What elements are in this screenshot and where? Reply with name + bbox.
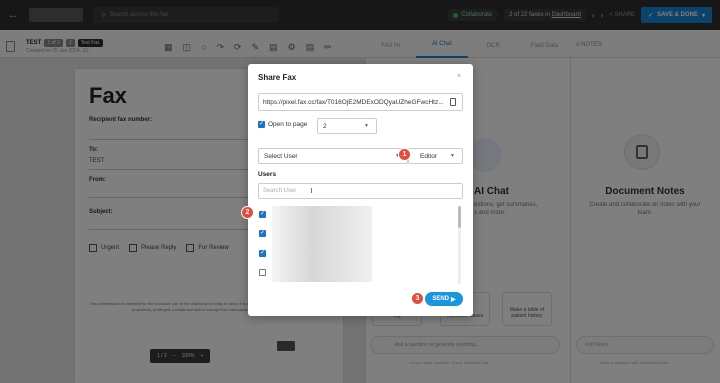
open-to-page-label: Open to page (268, 121, 308, 128)
user-checkbox[interactable]: ✓ (259, 230, 266, 237)
share-fax-modal: Share Fax × https://pixel.fax.cc/fax/T01… (248, 64, 473, 316)
modal-title: Share Fax (258, 73, 297, 82)
send-label: SEND (432, 296, 450, 302)
open-to-page-checkbox[interactable]: ✓ (258, 121, 265, 128)
scroll-thumb[interactable] (458, 206, 461, 228)
send-button[interactable]: SEND ▶ (425, 292, 463, 306)
chevron-down-icon: ▼ (364, 123, 369, 129)
step-badge: 3 (411, 292, 424, 305)
play-icon: ▶ (451, 296, 456, 303)
users-heading: Users (258, 171, 277, 178)
copy-icon[interactable] (450, 98, 456, 106)
step-badge: 2 (241, 206, 254, 219)
role-select[interactable]: Editor ▼ (408, 148, 463, 164)
user-list-scrollbar[interactable] (458, 206, 461, 284)
step-badge: 1 (398, 148, 411, 161)
select-user-label: Select User (264, 152, 298, 160)
user-names-redacted (272, 206, 372, 282)
role-value: Editor (420, 152, 437, 160)
page-number-select[interactable]: 2 ▼ (317, 118, 377, 134)
user-checkbox[interactable]: ✓ (259, 250, 266, 257)
page-number-value: 2 (323, 122, 327, 130)
select-user-dropdown[interactable]: Select User ▼ (258, 148, 408, 164)
close-icon[interactable]: × (457, 73, 461, 80)
share-link-field[interactable]: https://pixel.fax.cc/fax/T016OjE2MDExODQ… (258, 93, 463, 111)
user-checkbox[interactable] (259, 269, 266, 276)
user-list: ✓ ✓ ✓ (258, 204, 463, 286)
text-cursor-icon: I (310, 187, 313, 195)
open-to-page-option[interactable]: ✓ Open to page (258, 121, 307, 128)
search-user-placeholder: Search User (263, 188, 297, 194)
search-user-input[interactable]: Search User I (258, 183, 463, 199)
share-link-text: https://pixel.fax.cc/fax/T016OjE2MDExODQ… (263, 98, 444, 106)
user-checkbox[interactable]: ✓ (259, 211, 266, 218)
chevron-down-icon: ▼ (450, 153, 455, 159)
